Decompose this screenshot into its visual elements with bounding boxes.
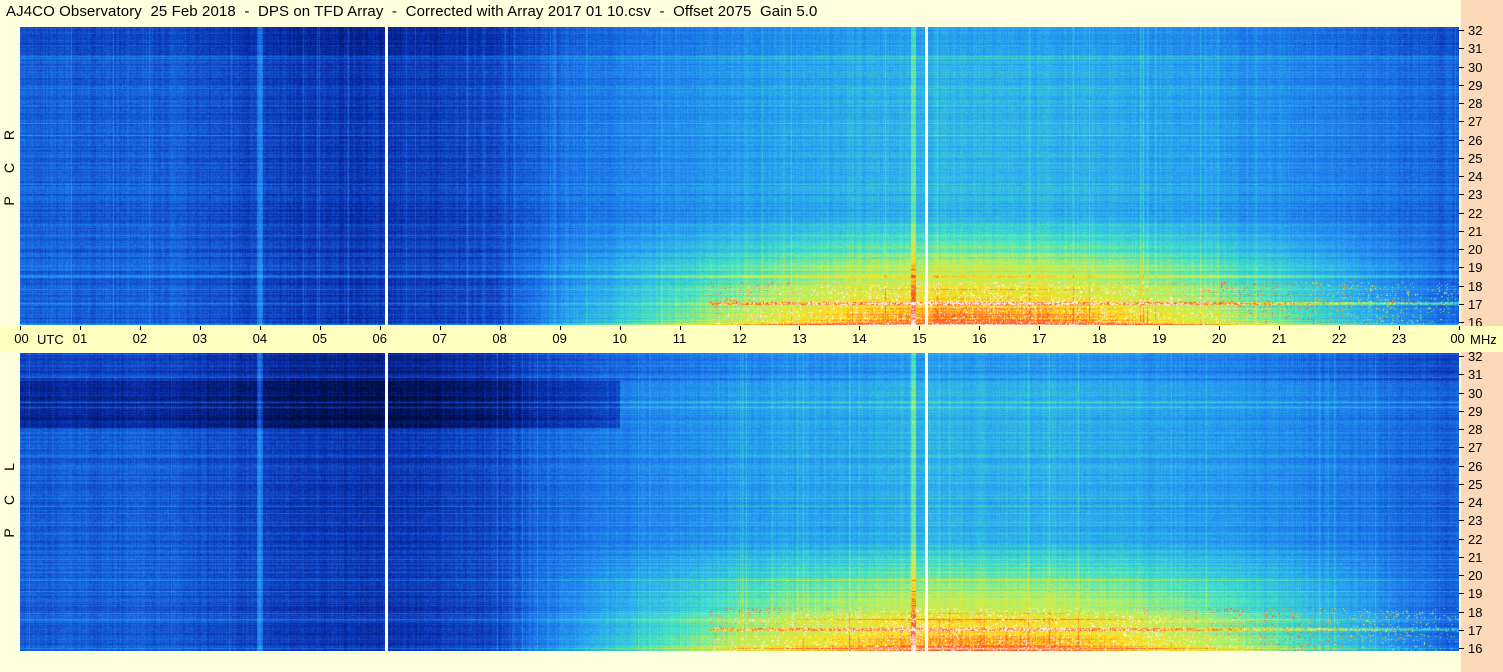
utc-tick-label: 10: [612, 326, 634, 346]
utc-tick-label: 09: [552, 326, 574, 346]
utc-tick-label: 20: [1212, 326, 1233, 346]
utc-tick-label: 00: [14, 326, 34, 346]
utc-tick-label: 02: [133, 326, 154, 346]
mhz-tick-label: 32: [1459, 24, 1482, 37]
rcp-mhz-axis: 16 17 18 19 20 21 22 23 24 25 26 27 28 29 30 31 32: [1459, 24, 1503, 329]
mhz-tick-label: 28: [1459, 97, 1482, 110]
utc-axis-label: UTC: [37, 332, 64, 347]
mhz-tick-label: 24: [1459, 496, 1482, 509]
panel-label-letter: R: [1, 129, 17, 141]
mhz-tick-label: 18: [1459, 606, 1482, 619]
mhz-tick-label: 21: [1459, 551, 1482, 564]
mhz-tick-label: 31: [1459, 368, 1482, 381]
utc-tick-label: 15: [912, 326, 933, 346]
time-marker-line: [925, 27, 929, 325]
mhz-tick-label: 17: [1459, 298, 1482, 311]
utc-tick-label: 08: [492, 326, 514, 346]
mhz-tick-label: 27: [1459, 441, 1482, 454]
time-marker-line: [384, 27, 388, 325]
lcp-mhz-axis: 16 17 18 19 20 21 22 23 24 25 26 27 28 29 30 31 32: [1459, 350, 1503, 655]
mhz-tick-label: 26: [1459, 460, 1482, 473]
rcp-label: R C P: [1, 128, 17, 208]
lcp-label: L C P: [1, 460, 17, 540]
panel-label-letter: C: [1, 162, 17, 174]
utc-tick-label: 16: [972, 326, 993, 346]
utc-tick-label: 01: [73, 326, 94, 346]
utc-tick-label: 19: [1152, 326, 1173, 346]
utc-tick-label: 11: [673, 326, 694, 346]
mhz-tick-label: 18: [1459, 280, 1482, 293]
mhz-tick-label: 23: [1459, 514, 1482, 527]
utc-tick-label: 17: [1032, 326, 1053, 346]
utc-tick-label: 23: [1392, 326, 1413, 346]
title: AJ4CO Observatory 25 Feb 2018 - DPS on T…: [6, 3, 818, 20]
mhz-tick-label: 19: [1459, 587, 1482, 600]
utc-tick-label: 07: [432, 326, 454, 346]
time-marker-line: [925, 353, 929, 651]
mhz-tick-label: 22: [1459, 533, 1482, 546]
utc-tick-label: 22: [1332, 326, 1353, 346]
utc-tick-label: 03: [193, 326, 214, 346]
mhz-tick-label: 20: [1459, 569, 1482, 582]
panel-label-letter: P: [1, 196, 17, 206]
mhz-tick-label: 17: [1459, 624, 1482, 637]
mhz-axis-label: MHz: [1470, 332, 1497, 347]
utc-tick-label: 14: [852, 326, 873, 346]
rcp-spectrogram: [20, 27, 1459, 325]
mhz-tick-label: 19: [1459, 261, 1482, 274]
panel-label-letter: C: [1, 494, 17, 506]
mhz-tick-label: 25: [1459, 478, 1482, 491]
mhz-tick-label: 16: [1459, 642, 1482, 655]
mhz-tick-label: 26: [1459, 134, 1482, 147]
mhz-tick-label: 30: [1459, 387, 1482, 400]
utc-tick-label: 12: [732, 326, 754, 346]
mhz-tick-label: 22: [1459, 207, 1482, 220]
mhz-tick-label: 24: [1459, 170, 1482, 183]
panel-label-letter: P: [1, 528, 17, 538]
mhz-tick-label: 29: [1459, 405, 1482, 418]
time-marker-line: [384, 353, 388, 651]
lcp-spectrogram: [20, 353, 1459, 651]
utc-tick-label: 04: [253, 326, 274, 346]
mhz-tick-label: 31: [1459, 42, 1482, 55]
mhz-tick-label: 23: [1459, 188, 1482, 201]
utc-tick-label: 00: [1450, 326, 1473, 346]
utc-axis: UTC MHz 00 01 02 03 04 05 06 07 08 09 10 11 12 13 14 15…: [0, 326, 1503, 352]
mhz-tick-label: 28: [1459, 423, 1482, 436]
mhz-tick-label: 20: [1459, 243, 1482, 256]
mhz-tick-label: 29: [1459, 79, 1482, 92]
utc-tick-label: 18: [1092, 326, 1113, 346]
mhz-tick-label: 25: [1459, 152, 1482, 165]
mhz-tick-label: 30: [1459, 61, 1482, 74]
utc-tick-label: 05: [313, 326, 334, 346]
utc-tick-label: 13: [792, 326, 813, 346]
mhz-tick-label: 21: [1459, 225, 1482, 238]
utc-tick-label: 21: [1272, 326, 1293, 346]
utc-tick-label: 06: [373, 326, 394, 346]
mhz-tick-label: 27: [1459, 115, 1482, 128]
panel-label-letter: L: [1, 463, 17, 471]
